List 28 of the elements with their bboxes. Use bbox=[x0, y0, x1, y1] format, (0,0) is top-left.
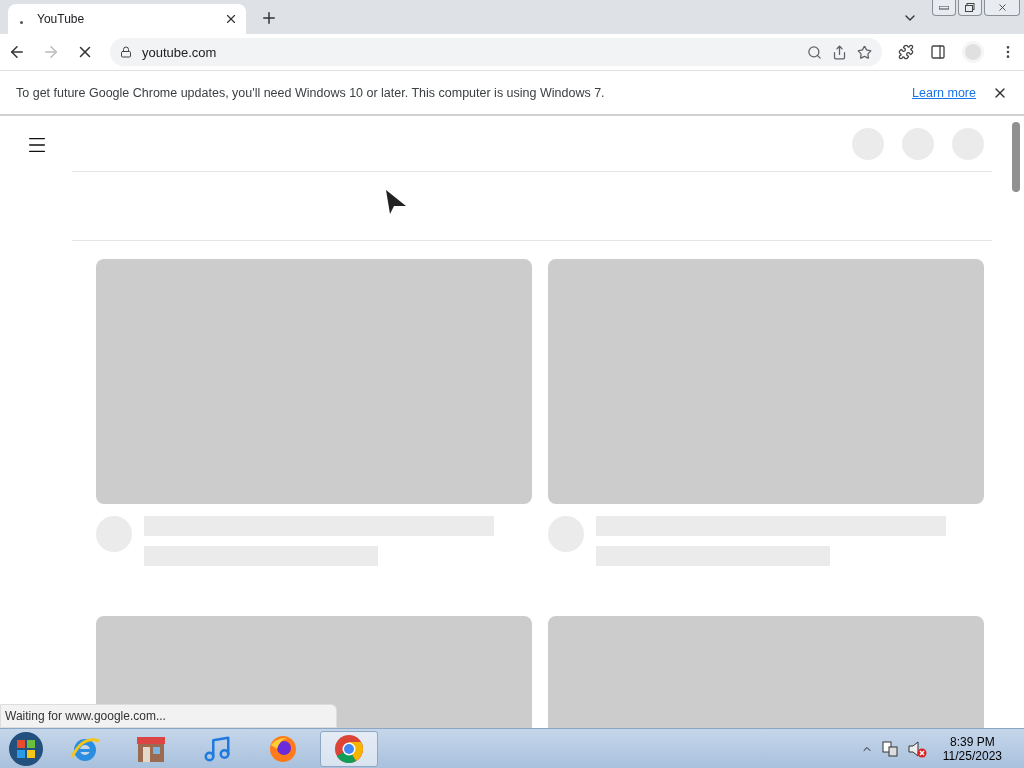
muted-speaker-icon[interactable] bbox=[906, 739, 927, 758]
minimize-icon bbox=[939, 5, 949, 10]
search-icon[interactable] bbox=[807, 44, 822, 60]
address-bar[interactable]: youtube.com bbox=[110, 38, 882, 66]
loading-icon bbox=[20, 20, 23, 24]
browser-tab[interactable]: YouTube bbox=[8, 4, 246, 34]
taskbar-app[interactable] bbox=[320, 730, 378, 767]
back-icon[interactable] bbox=[8, 43, 26, 61]
tab-title: YouTube bbox=[37, 12, 86, 26]
scrollbar-thumb[interactable] bbox=[1012, 122, 1020, 192]
side-panel-icon[interactable] bbox=[930, 44, 946, 60]
update-message: To get future Google Chrome updates, you'll need Windows 10 or later. This computer is using Windows 7. bbox=[16, 85, 606, 100]
network-icon[interactable] bbox=[880, 739, 899, 758]
close-icon bbox=[996, 2, 1008, 13]
restore-icon bbox=[965, 3, 975, 12]
close-tab-icon[interactable] bbox=[224, 12, 238, 26]
chrome-icon bbox=[333, 732, 365, 765]
clock-time: 8:39 PM bbox=[950, 734, 995, 749]
new-tab-icon[interactable] bbox=[260, 9, 278, 27]
learn-more-link[interactable]: Learn more bbox=[912, 85, 976, 100]
puzzle-icon[interactable] bbox=[898, 44, 914, 60]
star-icon[interactable] bbox=[857, 44, 872, 60]
lock-icon bbox=[120, 46, 132, 58]
share-icon[interactable] bbox=[832, 44, 847, 60]
url-text: youtube.com bbox=[142, 44, 218, 60]
clock-date: 11/25/2023 bbox=[942, 748, 1002, 763]
restore-button[interactable] bbox=[958, 0, 982, 16]
status-bubble: Waiting for www.google.com... bbox=[0, 704, 337, 728]
